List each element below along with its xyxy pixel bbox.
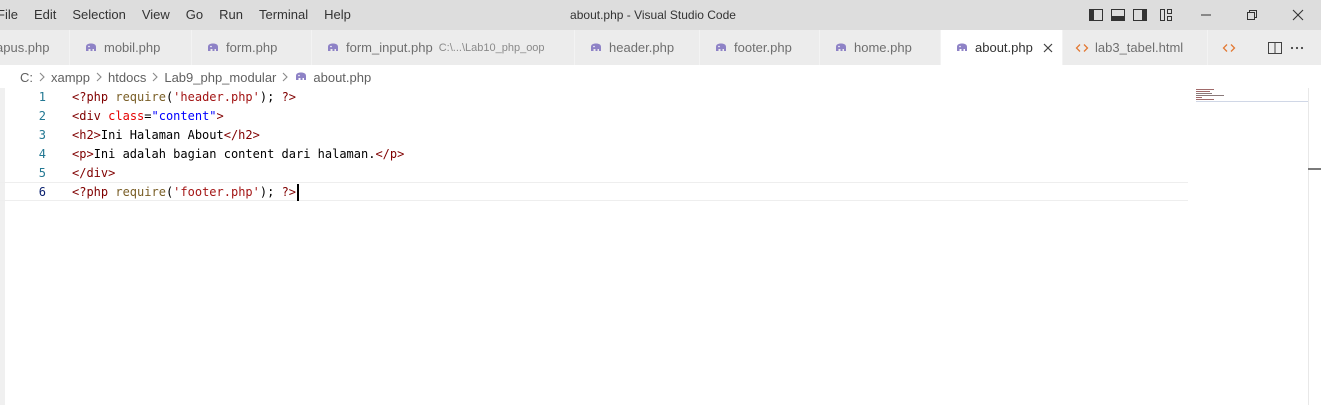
- text-cursor: [297, 184, 300, 201]
- code-text: <div class="content">: [72, 109, 224, 123]
- toggle-panel-icon[interactable]: [1110, 7, 1126, 23]
- toggle-secondary-sidebar-icon[interactable]: [1132, 7, 1148, 23]
- breadcrumb-item-folder[interactable]: Lab9_php_modular: [164, 70, 276, 85]
- tab-partial-html[interactable]: [1208, 30, 1248, 65]
- php-elephant-icon: [589, 41, 603, 55]
- tab-label: about.php: [975, 40, 1033, 55]
- chevron-right-icon: [95, 72, 103, 82]
- breadcrumb: C: xampp htdocs Lab9_php_modular about.p…: [20, 66, 371, 88]
- tab-label: footer.php: [734, 40, 792, 55]
- chevron-right-icon: [281, 72, 289, 82]
- tab-form-input-php[interactable]: form_input.php C:\...\Lab10_php_oop: [312, 30, 575, 65]
- menu-view[interactable]: View: [134, 0, 178, 30]
- split-editor-icon[interactable]: [1267, 40, 1283, 56]
- php-elephant-icon: [834, 41, 848, 55]
- code-editor[interactable]: 1 <?php require('header.php'); ?> 2 <div…: [0, 88, 1321, 405]
- line-number: 2: [38, 109, 46, 123]
- code-line[interactable]: 2 <div class="content">: [0, 107, 1188, 126]
- menu-go[interactable]: Go: [178, 0, 211, 30]
- scrollbar-cursor-marker: [1308, 168, 1321, 170]
- html-brackets-icon: [1222, 41, 1236, 55]
- breadcrumb-item-xampp[interactable]: xampp: [51, 70, 90, 85]
- tab-footer-php[interactable]: footer.php: [700, 30, 820, 65]
- code-line[interactable]: 1 <?php require('header.php'); ?>: [0, 88, 1188, 107]
- title-bar: File Edit Selection View Go Run Terminal…: [0, 0, 1321, 30]
- tab-label: form_input.php: [346, 40, 433, 55]
- php-elephant-icon: [84, 41, 98, 55]
- vertical-scrollbar[interactable]: [1308, 88, 1321, 405]
- editor-tab-bar: apus.php mobil.php form.php form_input.p…: [0, 30, 1321, 65]
- tab-label: lab3_tabel.html: [1095, 40, 1184, 55]
- line-number: 6: [38, 185, 46, 199]
- tab-label: apus.php: [0, 40, 50, 55]
- code-text: <?php require('footer.php'); ?>: [72, 183, 300, 202]
- tab-label: form.php: [226, 40, 278, 55]
- php-elephant-icon: [206, 41, 220, 55]
- code-line[interactable]: 3 <h2>Ini Halaman About</h2>: [0, 126, 1188, 145]
- chevron-right-icon: [151, 72, 159, 82]
- tab-mobil-php[interactable]: mobil.php: [70, 30, 192, 65]
- tab-home-php[interactable]: home.php: [820, 30, 941, 65]
- window-controls: [1183, 0, 1321, 30]
- line-number: 1: [38, 90, 46, 104]
- tab-form-php[interactable]: form.php: [192, 30, 312, 65]
- code-text: <?php require('header.php'); ?>: [72, 90, 297, 104]
- menu-selection[interactable]: Selection: [64, 0, 133, 30]
- layout-controls: [1088, 7, 1174, 23]
- menu-help[interactable]: Help: [316, 0, 359, 30]
- code-text: <h2>Ini Halaman About</h2>: [72, 128, 260, 142]
- more-actions-icon[interactable]: [1289, 40, 1305, 56]
- breadcrumb-item-htdocs[interactable]: htdocs: [108, 70, 146, 85]
- tab-about-php[interactable]: about.php: [941, 30, 1063, 65]
- php-elephant-icon: [294, 70, 308, 84]
- minimap[interactable]: [1196, 88, 1308, 102]
- php-elephant-icon: [714, 41, 728, 55]
- restore-icon[interactable]: [1229, 0, 1275, 30]
- customize-layout-icon[interactable]: [1158, 7, 1174, 23]
- tab-label: header.php: [609, 40, 675, 55]
- editor-actions: [1267, 30, 1321, 65]
- menu-terminal[interactable]: Terminal: [251, 0, 316, 30]
- tab-lab3-tabel-html[interactable]: lab3_tabel.html: [1063, 30, 1208, 65]
- html-brackets-icon: [1075, 41, 1089, 55]
- code-line[interactable]: 5 </div>: [0, 164, 1188, 183]
- tab-description: C:\...\Lab10_php_oop: [438, 41, 545, 54]
- tab-label: mobil.php: [104, 40, 161, 55]
- php-elephant-icon: [955, 41, 969, 55]
- line-number: 5: [38, 166, 46, 180]
- chevron-right-icon: [38, 72, 46, 82]
- code-text: </div>: [72, 166, 116, 180]
- minimize-icon[interactable]: [1183, 0, 1229, 30]
- menu-file[interactable]: File: [0, 0, 26, 30]
- tab-label: home.php: [854, 40, 912, 55]
- menu-run[interactable]: Run: [211, 0, 251, 30]
- menu-bar: File Edit Selection View Go Run Terminal…: [0, 0, 359, 30]
- code-line[interactable]: 4 <p>Ini adalah bagian content dari hala…: [0, 145, 1188, 164]
- toggle-primary-sidebar-icon[interactable]: [1088, 7, 1104, 23]
- tab-apus-php[interactable]: apus.php: [0, 30, 70, 65]
- breadcrumb-item-file[interactable]: about.php: [313, 70, 371, 85]
- menu-edit[interactable]: Edit: [26, 0, 64, 30]
- close-tab-icon[interactable]: [1041, 40, 1056, 56]
- close-window-icon[interactable]: [1275, 0, 1321, 30]
- php-elephant-icon: [326, 41, 340, 55]
- breadcrumb-item-drive[interactable]: C:: [20, 70, 33, 85]
- code-text: <p>Ini adalah bagian content dari halama…: [72, 147, 405, 161]
- line-number: 3: [38, 128, 46, 142]
- tab-header-php[interactable]: header.php: [575, 30, 700, 65]
- code-line-current[interactable]: 6 <?php require('footer.php'); ?>: [0, 182, 1188, 201]
- line-number: 4: [38, 147, 46, 161]
